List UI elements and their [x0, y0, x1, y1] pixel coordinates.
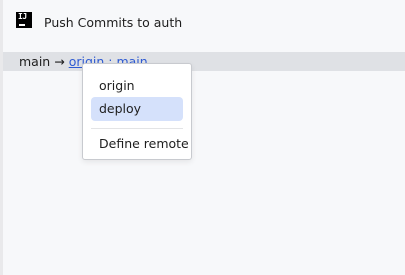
title-bar: IJ Push Commits to auth	[3, 0, 405, 44]
menu-separator	[91, 128, 183, 129]
menu-item-label: deploy	[99, 101, 142, 116]
intellij-app-icon: IJ	[16, 12, 32, 28]
define-remote-item[interactable]: Define remote	[91, 132, 189, 156]
local-branch: main	[19, 54, 51, 69]
menu-item-deploy[interactable]: deploy	[91, 97, 183, 121]
window-title: Push Commits to auth	[44, 15, 183, 30]
branch-row[interactable]: main → origin : main	[3, 52, 405, 71]
remote-popup-menu: origin deploy Define remote	[82, 63, 192, 160]
arrow: →	[54, 54, 65, 69]
menu-item-label: Define remote	[99, 136, 189, 151]
menu-item-origin[interactable]: origin	[91, 74, 183, 98]
menu-item-label: origin	[99, 78, 135, 93]
push-dialog: IJ Push Commits to auth main → origin : …	[3, 0, 405, 275]
